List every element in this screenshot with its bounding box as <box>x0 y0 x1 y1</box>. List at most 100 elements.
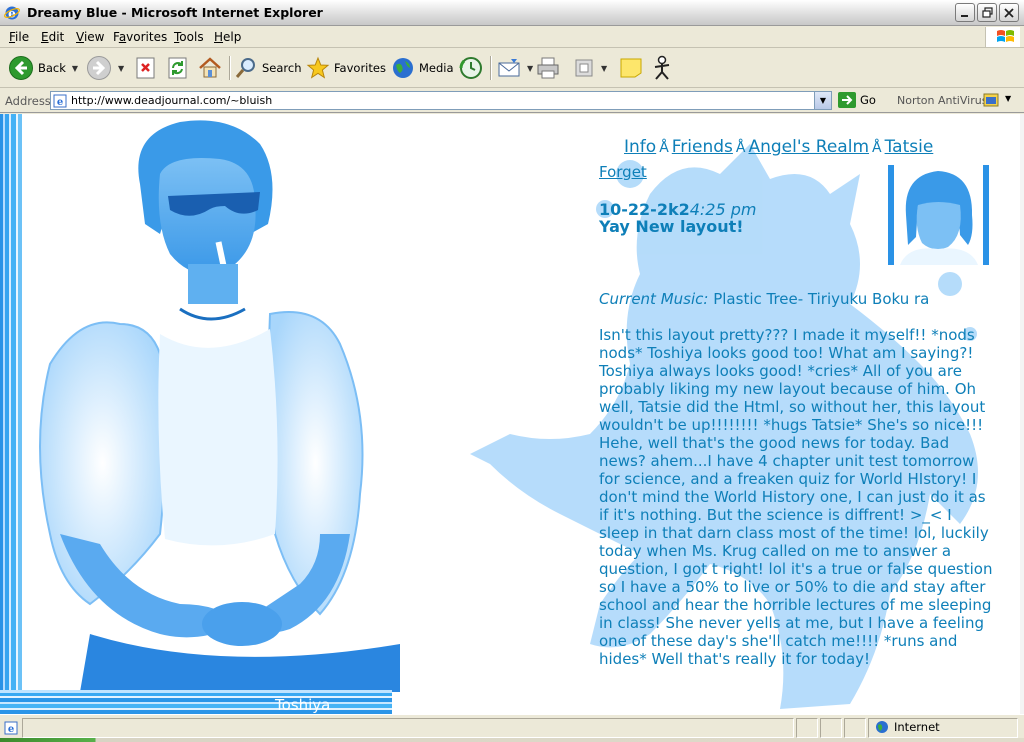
toolbar: Back ▼ ▼ Search Favorites Media ▼ ▼ <box>0 48 1024 88</box>
favorites-button[interactable]: Favorites <box>306 54 386 82</box>
nav-link-forget[interactable]: Forget <box>599 163 647 181</box>
windows-logo <box>985 27 1020 47</box>
address-bar: Address e http://www.deadjournal.com/~bl… <box>0 88 1024 113</box>
media-globe-icon <box>393 58 413 78</box>
nav-link-angels-realm[interactable]: Angel's Realm <box>748 137 869 157</box>
refresh-icon <box>168 57 187 79</box>
messenger-person-icon <box>654 55 670 80</box>
history-button[interactable] <box>458 54 484 82</box>
menu-tools[interactable]: Tools <box>174 30 204 44</box>
security-zone: Internet <box>875 720 940 734</box>
mail-dropdown-icon[interactable]: ▼ <box>527 64 533 73</box>
nav-link-info[interactable]: Info <box>624 137 656 157</box>
back-button[interactable]: Back ▼ <box>8 54 78 82</box>
menu-access-key: T <box>174 30 180 44</box>
windows-flag-icon <box>997 30 1014 42</box>
page-content: Toshiya Info Å Friends Å Angel's Realm Å Tatsi… <box>0 114 1024 714</box>
menu-access-key: V <box>76 30 84 44</box>
search-icon <box>235 58 255 78</box>
home-button[interactable] <box>197 54 223 82</box>
norton-dropdown-icon[interactable]: ▼ <box>1005 94 1011 103</box>
current-music: Current Music: Plastic Tree- Tiriyuku Bo… <box>599 290 929 308</box>
menu-access-key: a <box>118 30 127 44</box>
nav-separator: Å <box>872 140 882 156</box>
window-title: Dreamy Blue - Microsoft Internet Explore… <box>27 5 323 20</box>
menu-view[interactable]: View <box>76 30 104 44</box>
menu-access-key: F <box>9 30 16 44</box>
taskbar-edge <box>0 738 1024 742</box>
address-input[interactable]: e http://www.deadjournal.com/~bluish ▼ <box>50 91 832 110</box>
status-panel <box>796 718 818 738</box>
search-label: Search <box>262 61 302 75</box>
sticky-note-icon <box>620 58 642 78</box>
go-arrow-icon <box>838 92 856 108</box>
back-dropdown-icon[interactable]: ▼ <box>72 64 78 73</box>
forward-button[interactable]: ▼ <box>86 54 124 82</box>
address-url: http://www.deadjournal.com/~bluish <box>71 94 273 107</box>
menu-help[interactable]: Help <box>214 30 241 44</box>
toolbar-separator <box>490 56 491 80</box>
nav-link-tatsie[interactable]: Tatsie <box>885 137 934 157</box>
stop-button[interactable] <box>134 54 158 82</box>
stop-icon <box>136 57 155 79</box>
norton-shield-icon[interactable] <box>983 93 999 107</box>
page-status-icon: e <box>4 721 18 735</box>
search-button[interactable]: Search <box>234 54 302 82</box>
home-icon <box>199 57 221 78</box>
go-button[interactable]: Go <box>838 92 876 108</box>
page-icon: e <box>53 94 67 108</box>
back-label: Back <box>38 61 66 75</box>
messenger-button[interactable] <box>650 54 674 82</box>
forward-dropdown-icon[interactable]: ▼ <box>118 64 124 73</box>
mail-button[interactable]: ▼ <box>497 54 533 82</box>
restore-button[interactable] <box>977 3 997 22</box>
media-label: Media <box>419 61 454 75</box>
menu-file[interactable]: File <box>9 30 29 44</box>
nav-link-friends[interactable]: Friends <box>672 137 733 157</box>
bottom-stripe-border <box>0 690 392 714</box>
entry-subject: Yay New layout! <box>599 217 744 236</box>
favorites-label: Favorites <box>334 61 386 75</box>
media-button[interactable]: Media <box>391 54 454 82</box>
user-avatar <box>888 165 989 265</box>
refresh-button[interactable] <box>166 54 190 82</box>
print-button[interactable] <box>535 54 561 82</box>
printer-icon <box>537 57 559 79</box>
edit-button[interactable]: ▼ <box>573 54 607 82</box>
mail-icon <box>498 59 520 77</box>
history-icon <box>459 57 482 79</box>
nav-separator: Å <box>735 140 746 156</box>
menu-favorites[interactable]: Favorites <box>113 30 167 44</box>
menu-edit[interactable]: Edit <box>41 30 64 44</box>
menu-bar: File Edit View Favorites Tools Help <box>0 26 1024 48</box>
edit-dropdown-icon[interactable]: ▼ <box>601 64 607 73</box>
title-bar: e Dreamy Blue - Microsoft Internet Explo… <box>0 0 1024 26</box>
forward-arrow-icon <box>87 56 111 80</box>
menu-favorites-label: Favorites <box>113 30 168 44</box>
status-text-panel <box>22 718 794 738</box>
norton-antivirus-label[interactable]: Norton AntiVirus <box>897 94 987 107</box>
back-arrow-icon <box>9 56 33 80</box>
status-panel <box>844 718 866 738</box>
address-dropdown-icon[interactable]: ▼ <box>814 92 831 109</box>
menu-file-label: File <box>9 30 30 44</box>
photo-caption: Toshiya <box>275 696 331 714</box>
star-icon <box>306 56 330 79</box>
zone-label: Internet <box>894 720 940 734</box>
menu-view-label: View <box>76 30 105 44</box>
svg-text:e: e <box>8 724 14 735</box>
address-label: Address <box>5 94 51 108</box>
nav-separator: Å <box>659 140 669 156</box>
journal-nav: Info Å Friends Å Angel's Realm Å Tatsie <box>624 137 933 157</box>
close-window-button[interactable] <box>999 3 1019 22</box>
minimize-button[interactable] <box>955 3 975 22</box>
left-stripe-border <box>0 114 22 714</box>
svg-text:e: e <box>57 97 63 108</box>
entry-body: Isn't this layout pretty??? I made it my… <box>599 326 993 668</box>
ie-icon: e <box>4 6 20 21</box>
minimize-icon <box>961 15 968 17</box>
restore-icon <box>981 7 993 18</box>
menu-access-key: H <box>214 30 224 44</box>
discuss-button[interactable] <box>619 54 643 82</box>
menu-tools-label: Tools <box>174 30 204 44</box>
